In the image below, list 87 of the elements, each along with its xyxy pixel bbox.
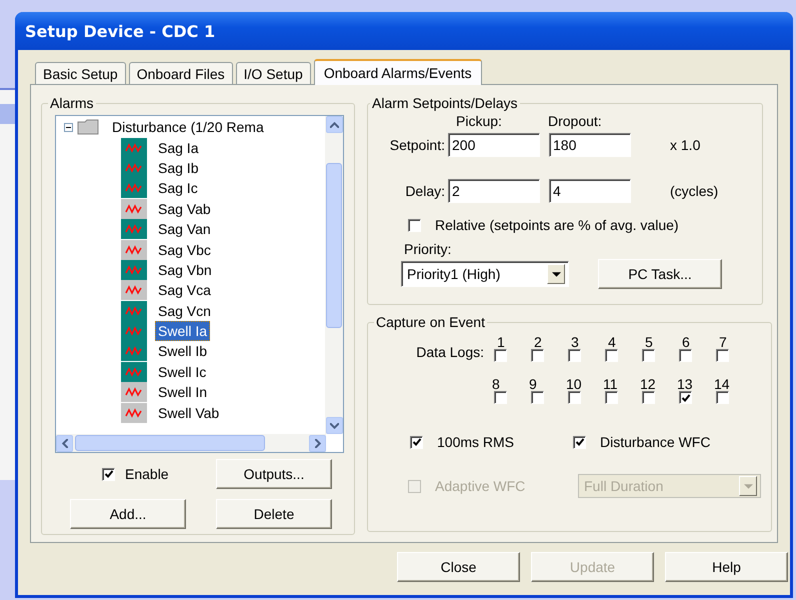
log-number: 4 xyxy=(607,336,617,350)
checkbox[interactable] xyxy=(573,436,586,449)
group-title: Alarms xyxy=(49,95,95,111)
input-field[interactable]: 180 xyxy=(549,133,631,157)
log-number: 3 xyxy=(570,336,580,350)
checkbox[interactable] xyxy=(605,391,618,404)
tree-item[interactable]: Swell In xyxy=(155,382,210,402)
group-title: Capture on Event xyxy=(375,314,486,330)
tree-item[interactable]: Swell Ia xyxy=(155,321,210,342)
log-number: 11 xyxy=(603,378,619,392)
tree-item[interactable]: Sag Vcn xyxy=(155,300,214,321)
dialog-button[interactable]: Close xyxy=(397,552,520,582)
tab[interactable]: Basic Setup xyxy=(35,62,126,84)
tab[interactable]: Onboard Alarms/Events xyxy=(314,59,482,85)
down-caret-icon[interactable] xyxy=(330,422,338,428)
checkbox-label: Relative (setpoints are % of avg. value) xyxy=(435,217,679,233)
log-number: 12 xyxy=(640,378,657,392)
field-label: Setpoint: xyxy=(388,137,446,155)
collapse-icon[interactable] xyxy=(64,122,73,132)
input-field[interactable]: 4 xyxy=(549,179,631,203)
checkbox[interactable] xyxy=(679,349,692,362)
delete-button[interactable]: Delete xyxy=(216,499,332,529)
up-caret-icon[interactable] xyxy=(330,122,338,128)
tree-item[interactable]: Swell Ic xyxy=(155,362,210,382)
tab[interactable]: Onboard Files xyxy=(128,62,233,84)
priority-dropdown[interactable]: Priority1 (High) xyxy=(401,261,569,287)
vertical-scrollbar[interactable] xyxy=(325,116,343,434)
tree-item[interactable]: Sag Vbn xyxy=(155,260,215,280)
log-number: 13 xyxy=(677,378,694,392)
log-number: 7 xyxy=(718,336,728,350)
dialog-button[interactable]: Help xyxy=(665,552,788,582)
field-label: Data Logs: xyxy=(415,344,485,362)
log-number: 10 xyxy=(566,378,583,392)
checkbox-label: Disturbance WFC xyxy=(600,434,710,450)
pc-task-button[interactable]: PC Task... xyxy=(598,259,722,289)
checkbox-label: Adaptive WFC xyxy=(435,478,526,494)
checkbox[interactable] xyxy=(679,391,692,404)
checkbox[interactable] xyxy=(642,391,655,404)
tree-item[interactable]: Sag Vab xyxy=(155,198,214,219)
tab[interactable]: I/O Setup xyxy=(236,62,311,84)
log-number: 9 xyxy=(529,378,538,392)
checkbox[interactable] xyxy=(605,349,618,362)
column-label: Pickup: xyxy=(455,113,503,129)
tree-item[interactable]: Sag Ib xyxy=(155,158,202,178)
checkbox[interactable] xyxy=(716,349,729,362)
log-number: 1 xyxy=(496,336,506,350)
checkbox[interactable] xyxy=(531,391,544,404)
checkbox[interactable] xyxy=(410,436,423,449)
tree-item[interactable]: Sag Ic xyxy=(155,178,201,198)
window-title: Setup Device - CDC 1 xyxy=(25,22,216,40)
tree-item[interactable]: Swell Ib xyxy=(155,341,210,362)
checkbox[interactable] xyxy=(531,349,544,362)
checkbox-label: 100ms RMS xyxy=(437,434,514,450)
group-title: Alarm Setpoints/Delays xyxy=(371,95,519,111)
tree-item[interactable]: Sag Vbc xyxy=(155,240,214,260)
checkbox[interactable] xyxy=(568,391,581,404)
log-number: 14 xyxy=(714,378,731,392)
log-number: 8 xyxy=(492,378,501,392)
checkbox[interactable] xyxy=(642,349,655,362)
tree-item[interactable]: Disturbance (1/20 Rema xyxy=(109,117,267,138)
unit-label: (cycles) xyxy=(669,183,720,201)
field-label: Priority: xyxy=(404,241,452,257)
log-number: 2 xyxy=(533,336,543,350)
checkbox[interactable] xyxy=(408,218,421,232)
checkbox[interactable] xyxy=(494,349,507,362)
input-field[interactable]: 2 xyxy=(448,179,540,203)
checkbox-label: Enable xyxy=(125,466,169,482)
log-number: 6 xyxy=(681,336,691,350)
left-caret-icon[interactable] xyxy=(62,438,68,448)
checkbox[interactable] xyxy=(716,391,729,404)
tree-item[interactable]: Swell Vab xyxy=(155,402,222,423)
add-button[interactable]: Add... xyxy=(70,499,186,529)
tree-item[interactable]: Sag Ia xyxy=(155,138,202,158)
outputs-button[interactable]: Outputs... xyxy=(216,459,332,489)
checkbox[interactable] xyxy=(102,468,115,480)
horizontal-scrollbar[interactable] xyxy=(56,434,326,452)
checkbox[interactable] xyxy=(494,391,507,404)
tree-item[interactable]: Sag Vca xyxy=(155,280,214,300)
tree-item[interactable]: Sag Van xyxy=(155,219,214,240)
log-number: 5 xyxy=(644,336,654,350)
field-label: Delay: xyxy=(404,183,446,201)
right-caret-icon[interactable] xyxy=(314,438,320,448)
checkbox[interactable] xyxy=(568,349,581,362)
folder-icon xyxy=(77,119,99,136)
input-field[interactable]: 200 xyxy=(448,133,540,157)
unit-label: x 1.0 xyxy=(669,137,702,155)
column-label: Dropout: xyxy=(547,113,603,129)
